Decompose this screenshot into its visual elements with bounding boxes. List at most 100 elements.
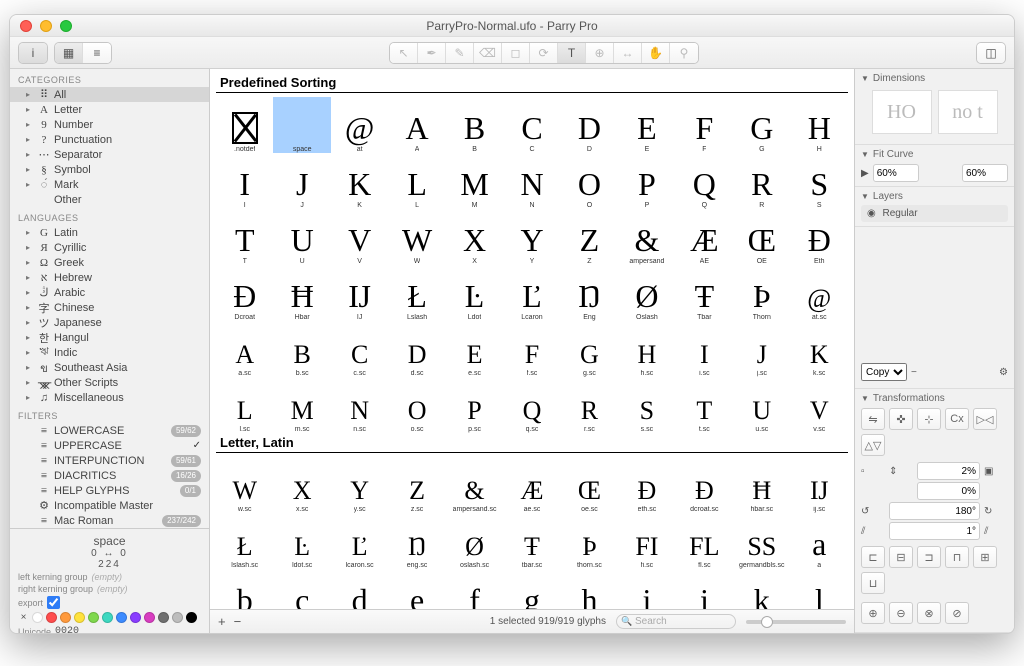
align-right-icon[interactable]: ⊐ [917, 546, 941, 568]
hand-tool-icon[interactable]: ✋ [642, 43, 670, 63]
glyph-cell[interactable]: Ŋeng.sc [388, 513, 445, 569]
disclosure-icon[interactable]: ▸ [26, 378, 34, 387]
primitive-tool-icon[interactable]: ◻ [502, 43, 530, 63]
glyph-cell[interactable]: JJ [273, 153, 330, 209]
glyph-cell[interactable]: Oo.sc [388, 377, 445, 433]
sidebar-item-letter[interactable]: ▸ALetter [10, 102, 209, 117]
sidebar-item-arabic[interactable]: ▸ڭArabic [10, 285, 209, 300]
color-dot[interactable] [60, 612, 71, 623]
sidebar-item-japanese[interactable]: ▸ツJapanese [10, 315, 209, 330]
color-dot[interactable] [102, 612, 113, 623]
zoom-tool-icon[interactable]: ⚲ [670, 43, 698, 63]
sidebar-item-incompatible-master[interactable]: ⚙Incompatible Master [10, 498, 209, 513]
glyph-cell[interactable]: Ss.sc [618, 377, 675, 433]
glyph-cell[interactable]: ff [446, 569, 503, 609]
color-dot[interactable] [32, 612, 43, 623]
list-view-icon[interactable]: ≡ [83, 43, 111, 63]
info-toggle[interactable]: i [18, 42, 48, 64]
sidebar-item-cyrillic[interactable]: ▸ЯCyrillic [10, 240, 209, 255]
glyph-cell[interactable]: Ff.sc [503, 321, 560, 377]
glyph-cell[interactable]: Ee.sc [446, 321, 503, 377]
glyph-cell[interactable]: &ampersand [618, 209, 675, 265]
glyph-cell[interactable]: Rr.sc [561, 377, 618, 433]
glyph-cell[interactable]: Ww.sc [216, 457, 273, 513]
glyph-cell[interactable]: CC [503, 97, 560, 153]
disclosure-icon[interactable]: ▸ [26, 318, 34, 327]
origin-icon[interactable]: ⊹ [917, 408, 941, 430]
fit-curve-header[interactable]: ▼Fit Curve [861, 149, 1008, 160]
align-vcenter-icon[interactable]: ⊞ [973, 546, 997, 568]
glyph-cell[interactable]: Tt.sc [676, 377, 733, 433]
glyph-cell[interactable]: Zz.sc [388, 457, 445, 513]
annotate-tool-icon[interactable]: ⊕ [586, 43, 614, 63]
glyph-cell[interactable]: SSgermandbls.sc [733, 513, 790, 569]
glyph-cell[interactable]: ÞThorn [733, 265, 790, 321]
glyph-cell[interactable]: Œoe.sc [561, 457, 618, 513]
glyph-cell[interactable]: XX [446, 209, 503, 265]
glyph-cell[interactable]: ĦHbar [273, 265, 330, 321]
sidebar-item-help-glyphs[interactable]: ≡HELP GLYPHS0/1 [10, 483, 209, 498]
glyph-cell[interactable]: ĽLcaron [503, 265, 560, 321]
glyph-cell[interactable]: SS [791, 153, 848, 209]
color-dot[interactable] [74, 612, 85, 623]
glyph-cell[interactable]: @at.sc [791, 265, 848, 321]
disclosure-icon[interactable]: ▸ [26, 333, 34, 342]
glyph-cell[interactable]: EE [618, 97, 675, 153]
view-mode-segment[interactable]: ▦ ≡ [54, 42, 112, 64]
rotate-ccw-icon[interactable]: ↺ [861, 506, 885, 517]
glyph-cell[interactable]: LL [388, 153, 445, 209]
disclosure-icon[interactable]: ▸ [26, 228, 34, 237]
glyph-cell[interactable]: TT [216, 209, 273, 265]
disclosure-icon[interactable]: ▸ [26, 393, 34, 402]
glyph-cell[interactable]: ÐEth [791, 209, 848, 265]
glyph-cell[interactable]: UU [273, 209, 330, 265]
glyph-cell[interactable]: bb [216, 569, 273, 609]
glyph-cell[interactable]: ee [388, 569, 445, 609]
align-left-icon[interactable]: ⊏ [861, 546, 885, 568]
scale-up-icon[interactable]: ▣ [984, 466, 1008, 477]
align-bottom-icon[interactable]: ⊔ [861, 572, 885, 594]
glyph-cell[interactable]: QQ [676, 153, 733, 209]
align-top-icon[interactable]: ⊓ [945, 546, 969, 568]
glyph-cell[interactable]: Xx.sc [273, 457, 330, 513]
glyph-cell[interactable]: Jj.sc [733, 321, 790, 377]
glyph-cell[interactable]: Nn.sc [331, 377, 388, 433]
glyph-scroll[interactable]: Predefined Sorting.notdefspace@atAABBCCD… [210, 69, 854, 609]
glyph-cell[interactable]: Đdcroat.sc [676, 457, 733, 513]
layer-item[interactable]: ◉ Regular [861, 205, 1008, 222]
glyph-cell[interactable]: Łlslash.sc [216, 513, 273, 569]
remove-glyph-icon[interactable]: − [234, 614, 242, 629]
color-dot[interactable] [116, 612, 127, 623]
glyph-cell[interactable]: OO [561, 153, 618, 209]
glyph-cell[interactable]: ĲIJ [331, 265, 388, 321]
close-button[interactable] [20, 20, 32, 32]
glyph-cell[interactable]: Ľlcaron.sc [331, 513, 388, 569]
glyph-cell[interactable]: ĐDcroat [216, 265, 273, 321]
glyph-cell[interactable]: Kk.sc [791, 321, 848, 377]
sidebar-right-icon[interactable]: ◫ [977, 43, 1005, 63]
glyph-cell[interactable]: MM [446, 153, 503, 209]
sidebar-item-interpunction[interactable]: ≡INTERPUNCTION59/61 [10, 453, 209, 468]
glyph-cell[interactable]: gg [503, 569, 560, 609]
glyph-cell[interactable]: ii [618, 569, 675, 609]
copy-select[interactable]: Copy [861, 363, 907, 381]
rotate-input[interactable] [889, 502, 980, 520]
scale-link-icon[interactable]: ⇕ [889, 466, 913, 477]
glyph-cell[interactable]: FF [676, 97, 733, 153]
sidebar-item-symbol[interactable]: ▸§Symbol [10, 162, 209, 177]
sidebar-item-punctuation[interactable]: ▸?Punctuation [10, 132, 209, 147]
glyph-cell[interactable]: Gg.sc [561, 321, 618, 377]
glyph-cell[interactable]: ŒOE [733, 209, 790, 265]
sidebar-item-latin[interactable]: ▸GLatin [10, 225, 209, 240]
disclosure-icon[interactable]: ▸ [26, 363, 34, 372]
glyph-cell[interactable]: YY [503, 209, 560, 265]
glyph-cell[interactable]: hh [561, 569, 618, 609]
glyph-cell[interactable]: Hh.sc [618, 321, 675, 377]
disclosure-icon[interactable]: ▸ [26, 135, 34, 144]
sidebar-item-other-scripts[interactable]: ▸ᚘOther Scripts [10, 375, 209, 390]
sidebar-item-hebrew[interactable]: ▸אHebrew [10, 270, 209, 285]
glyph-cell[interactable]: Mm.sc [273, 377, 330, 433]
glyph-cell[interactable]: BB [446, 97, 503, 153]
align-center-icon[interactable]: ✜ [889, 408, 913, 430]
glyph-cell[interactable]: HH [791, 97, 848, 153]
